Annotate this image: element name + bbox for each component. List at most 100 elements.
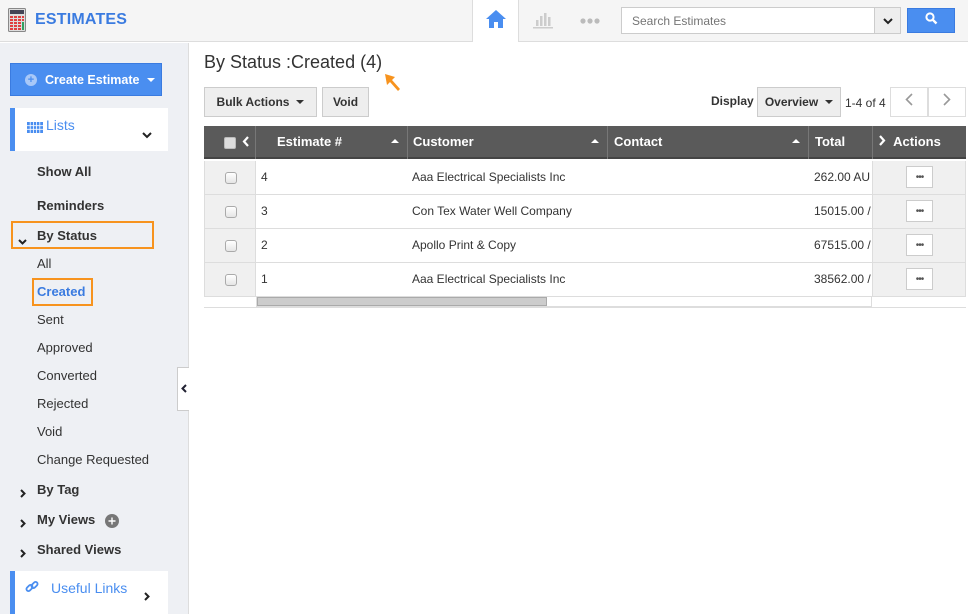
display-dropdown[interactable]: Overview bbox=[757, 87, 841, 117]
status-item-change-requested[interactable]: Change Requested bbox=[37, 452, 149, 467]
row-actions-button[interactable]: ••• bbox=[906, 268, 933, 290]
search-icon bbox=[924, 11, 938, 30]
search-input[interactable] bbox=[621, 7, 875, 34]
status-item-void[interactable]: Void bbox=[37, 424, 62, 439]
sidebar-item-by-tag[interactable]: By Tag bbox=[37, 482, 79, 497]
create-estimate-button[interactable]: + Create Estimate bbox=[10, 63, 162, 96]
reports-button[interactable] bbox=[519, 0, 566, 42]
sidebar: + Create Estimate Lists Show All Reminde… bbox=[0, 43, 189, 614]
select-cell bbox=[204, 263, 256, 296]
link-icon bbox=[25, 580, 39, 599]
row-checkbox[interactable] bbox=[225, 240, 237, 252]
page-title: By Status :Created (4) bbox=[204, 52, 383, 72]
home-button[interactable] bbox=[472, 0, 519, 42]
pointer-arrow-icon bbox=[383, 72, 403, 99]
display-value: Overview bbox=[764, 95, 819, 109]
sort-asc-icon bbox=[792, 139, 800, 143]
add-view-icon[interactable] bbox=[105, 514, 119, 533]
customer-name[interactable]: Apollo Print & Copy bbox=[412, 229, 516, 262]
sidebar-item-show-all[interactable]: Show All bbox=[37, 164, 91, 179]
chevron-down-icon bbox=[882, 12, 893, 30]
row-actions-button[interactable]: ••• bbox=[906, 200, 933, 222]
lists-label: Lists bbox=[46, 117, 75, 133]
sidebar-collapse-button[interactable] bbox=[177, 367, 189, 411]
customer-name[interactable]: Con Tex Water Well Company bbox=[412, 195, 572, 228]
status-item-approved[interactable]: Approved bbox=[37, 340, 93, 355]
bulk-actions-label: Bulk Actions bbox=[216, 95, 290, 109]
app-title: ESTIMATES bbox=[35, 11, 128, 28]
status-item-sent[interactable]: Sent bbox=[37, 312, 64, 327]
caret-down-icon bbox=[825, 100, 834, 104]
caret-down-icon bbox=[146, 77, 155, 82]
row-actions-button[interactable]: ••• bbox=[906, 234, 933, 256]
column-contact[interactable]: Contact bbox=[608, 126, 809, 159]
table-row[interactable]: 1 Aaa Electrical Specialists Inc 38562.0… bbox=[204, 263, 966, 297]
more-button[interactable] bbox=[566, 0, 613, 42]
chevron-left-icon[interactable] bbox=[242, 127, 249, 158]
estimate-number[interactable]: 4 bbox=[261, 161, 268, 194]
row-checkbox[interactable] bbox=[225, 206, 237, 218]
void-label: Void bbox=[332, 95, 359, 109]
sidebar-item-by-status[interactable]: By Status bbox=[37, 228, 97, 243]
more-icon bbox=[579, 12, 601, 30]
sidebar-item-shared-views[interactable]: Shared Views bbox=[37, 542, 121, 557]
sidebar-item-reminders[interactable]: Reminders bbox=[37, 198, 104, 213]
chevron-right-icon bbox=[20, 515, 26, 533]
void-button[interactable]: Void bbox=[322, 87, 369, 117]
customer-name[interactable]: Aaa Electrical Specialists Inc bbox=[412, 161, 565, 194]
column-customer[interactable]: Customer bbox=[408, 126, 608, 159]
total-amount: 262.00 AU bbox=[814, 170, 871, 184]
select-all-checkbox[interactable] bbox=[224, 137, 236, 149]
column-total[interactable]: Total bbox=[809, 126, 873, 159]
create-estimate-label: Create Estimate bbox=[45, 72, 140, 87]
sort-asc-icon bbox=[391, 139, 399, 143]
total-amount: 38562.00 / bbox=[814, 272, 871, 286]
horizontal-scrollbar[interactable] bbox=[256, 296, 872, 307]
row-checkbox[interactable] bbox=[225, 172, 237, 184]
column-label: Customer bbox=[413, 134, 474, 149]
column-label: Actions bbox=[893, 134, 941, 149]
table-row[interactable]: 2 Apollo Print & Copy 67515.00 / ••• bbox=[204, 229, 966, 263]
column-estimate-number[interactable]: Estimate # bbox=[256, 126, 408, 159]
prev-page-button[interactable] bbox=[890, 87, 928, 117]
select-cell bbox=[204, 161, 256, 194]
status-item-converted[interactable]: Converted bbox=[37, 368, 97, 383]
column-label: Estimate # bbox=[277, 134, 343, 149]
chart-icon bbox=[532, 9, 554, 34]
bulk-actions-button[interactable]: Bulk Actions bbox=[204, 87, 317, 117]
row-checkbox[interactable] bbox=[225, 274, 237, 286]
estimate-number[interactable]: 2 bbox=[261, 229, 268, 262]
home-icon bbox=[485, 9, 507, 34]
status-item-all[interactable]: All bbox=[37, 256, 51, 271]
chevron-down-icon bbox=[142, 126, 152, 144]
sidebar-item-my-views[interactable]: My Views bbox=[37, 512, 95, 527]
header-select-cell bbox=[204, 126, 256, 159]
search-button[interactable] bbox=[907, 8, 955, 33]
status-item-rejected[interactable]: Rejected bbox=[37, 396, 88, 411]
total-amount: 15015.00 / bbox=[814, 204, 871, 218]
actions-cell: ••• bbox=[872, 161, 966, 194]
useful-links-panel[interactable]: Useful Links bbox=[10, 571, 168, 614]
search-filter-dropdown[interactable] bbox=[875, 7, 901, 34]
table-row[interactable]: 3 Con Tex Water Well Company 15015.00 / … bbox=[204, 195, 966, 229]
chevron-right-icon bbox=[20, 545, 26, 563]
next-page-button[interactable] bbox=[928, 87, 966, 117]
grid-icon bbox=[27, 120, 43, 138]
customer-name[interactable]: Aaa Electrical Specialists Inc bbox=[412, 263, 565, 296]
select-cell bbox=[204, 195, 256, 228]
status-item-created[interactable]: Created bbox=[37, 284, 85, 299]
lists-panel[interactable]: Lists bbox=[10, 108, 168, 151]
plus-circle-icon: + bbox=[25, 73, 37, 86]
chevron-right-icon[interactable] bbox=[879, 126, 886, 157]
scrollbar-thumb[interactable] bbox=[257, 297, 547, 306]
display-label: Display bbox=[711, 94, 754, 108]
sort-asc-icon bbox=[591, 139, 599, 143]
row-actions-button[interactable]: ••• bbox=[906, 166, 933, 188]
total-amount: 67515.00 / bbox=[814, 238, 871, 252]
estimate-number[interactable]: 1 bbox=[261, 263, 268, 296]
column-actions: Actions bbox=[873, 126, 966, 159]
table-row[interactable]: 4 Aaa Electrical Specialists Inc 262.00 … bbox=[204, 161, 966, 195]
select-cell bbox=[204, 229, 256, 262]
estimate-number[interactable]: 3 bbox=[261, 195, 268, 228]
chevron-right-icon bbox=[144, 588, 150, 606]
